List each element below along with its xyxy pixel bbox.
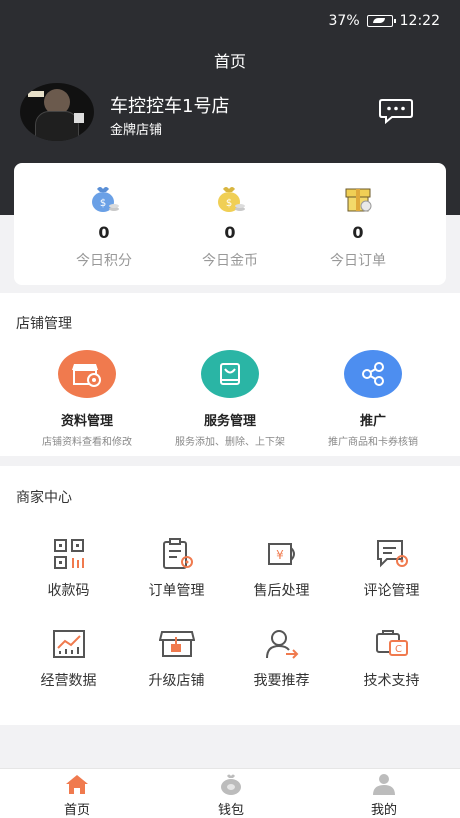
chart-icon: [52, 630, 85, 658]
stat-points-label: 今日积分: [76, 253, 132, 269]
order-management-button[interactable]: 订单管理: [119, 538, 234, 600]
comment-management-button[interactable]: 评论管理: [334, 538, 449, 600]
wallet-icon: [221, 774, 241, 795]
upgrade-store-icon: [158, 631, 195, 657]
share-icon: [344, 350, 402, 398]
service-management-desc: 服务添加、删除、上下架: [175, 437, 285, 448]
profile-icon: [373, 774, 395, 795]
tab-wallet-label: 钱包: [217, 803, 244, 818]
svg-text:¥: ¥: [276, 548, 284, 562]
service-management-button[interactable]: 服务管理 服务添加、删除、上下架: [155, 350, 305, 448]
recommend-user-icon: [265, 630, 298, 659]
comment-management-label: 评论管理: [363, 583, 420, 599]
stats-card: $ 0 今日积分 $ 0 今日金币 0 今日订单: [14, 163, 446, 285]
merchant-center-section: 商家中心 收款码 订单管理 ¥ 售后处理 评论管理 经营数据 升级店铺 我要推荐…: [0, 466, 460, 725]
tech-support-icon: C: [375, 630, 408, 656]
stat-orders[interactable]: 0 今日订单: [298, 183, 418, 270]
section-title: 店铺管理: [16, 316, 72, 332]
stat-coins[interactable]: $ 0 今日金币: [170, 183, 290, 270]
payment-code-label: 收款码: [47, 583, 90, 599]
order-icon: [162, 538, 193, 569]
shop-management-section: 店铺管理 资料管理 店铺资料查看和修改 服务管理 服务添加、删除、上下架 推广 …: [0, 293, 460, 456]
message-icon[interactable]: [378, 98, 414, 124]
shop-level: 金牌店铺: [110, 123, 163, 138]
stat-orders-label: 今日订单: [330, 253, 386, 269]
qr-code-icon: [53, 539, 84, 569]
after-sales-icon: ¥: [267, 543, 295, 565]
profile-management-desc: 店铺资料查看和修改: [42, 437, 132, 448]
money-bag-icon: $: [92, 187, 119, 212]
tech-support-label: 技术支持: [363, 673, 420, 689]
svg-text:C: C: [395, 644, 402, 655]
avatar[interactable]: [20, 83, 94, 141]
tab-home[interactable]: 首页: [27, 773, 127, 818]
service-management-label: 服务管理: [203, 414, 256, 429]
coin-bag-icon: $: [218, 187, 245, 212]
tab-wallet[interactable]: 钱包: [181, 773, 281, 818]
tab-profile-label: 我的: [370, 803, 397, 818]
upgrade-store-button[interactable]: 升级店铺: [119, 628, 234, 690]
stat-coins-value: 0: [224, 223, 236, 242]
stat-points-value: 0: [98, 223, 110, 242]
shop-name: 车控控车1号店: [110, 96, 230, 117]
comment-icon: [376, 540, 408, 568]
promotion-label: 推广: [359, 414, 386, 429]
order-management-label: 订单管理: [148, 583, 205, 599]
shopping-bag-icon: [201, 350, 259, 398]
promotion-desc: 推广商品和卡券核销: [328, 437, 418, 448]
stat-points[interactable]: $ 0 今日积分: [44, 183, 164, 270]
recommend-button[interactable]: 我要推荐: [224, 628, 339, 690]
tab-profile[interactable]: 我的: [334, 773, 434, 818]
tab-home-label: 首页: [63, 803, 90, 818]
upgrade-store-label: 升级店铺: [148, 673, 205, 689]
store-settings-icon: [58, 350, 116, 398]
promotion-button[interactable]: 推广 推广商品和卡券核销: [298, 350, 448, 448]
payment-code-button[interactable]: 收款码: [11, 538, 126, 600]
page-title: 首页: [213, 52, 246, 71]
battery-percent: 37%: [328, 13, 360, 29]
home-icon: [66, 775, 88, 794]
section-title: 商家中心: [16, 490, 72, 506]
profile-management-label: 资料管理: [60, 414, 113, 429]
recommend-label: 我要推荐: [253, 673, 310, 689]
after-sales-label: 售后处理: [253, 583, 310, 599]
gift-box-icon: [345, 188, 372, 212]
tab-bar: 首页 钱包 我的: [0, 768, 460, 818]
business-data-label: 经营数据: [40, 673, 97, 689]
svg-text:$: $: [100, 198, 106, 209]
stat-orders-value: 0: [352, 223, 364, 242]
tech-support-button[interactable]: C 技术支持: [334, 628, 449, 690]
stat-coins-label: 今日金币: [202, 253, 258, 269]
after-sales-button[interactable]: ¥ 售后处理: [224, 538, 339, 600]
business-data-button[interactable]: 经营数据: [11, 628, 126, 690]
profile-management-button[interactable]: 资料管理 店铺资料查看和修改: [12, 350, 162, 448]
svg-text:$: $: [226, 198, 232, 209]
clock: 12:22: [399, 13, 440, 29]
battery-icon: [366, 15, 396, 27]
status-bar: 37% 12:22: [329, 13, 440, 29]
